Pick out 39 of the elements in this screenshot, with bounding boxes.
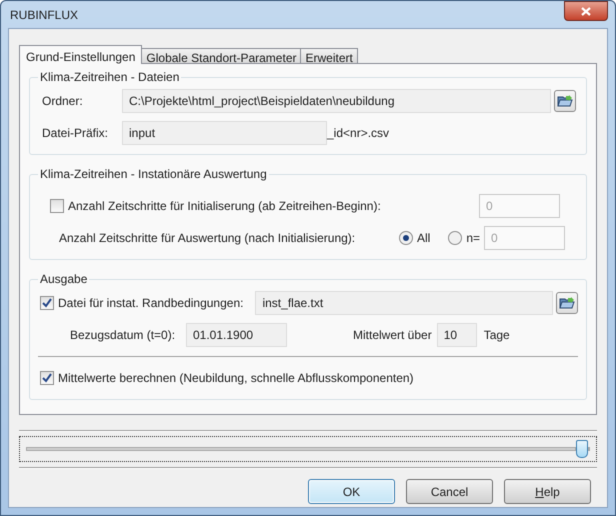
radio-button[interactable] (448, 231, 462, 245)
dialog-button[interactable]: OK (308, 479, 395, 504)
date-field[interactable]: 01.01.1900 (186, 323, 287, 347)
tab[interactable]: Erweitert (300, 48, 358, 63)
dialog-button[interactable]: Help (504, 479, 591, 504)
field-label: Bezugsdatum (t=0): (70, 328, 176, 342)
close-button[interactable] (564, 1, 608, 21)
dialog-button[interactable]: Cancel (406, 479, 493, 504)
group-title: Ausgabe (39, 272, 88, 286)
folder-icon (557, 94, 573, 108)
field-label: Ordner: (41, 94, 84, 108)
field-label: Mittelwert über (353, 328, 432, 342)
browse-button[interactable] (556, 292, 578, 314)
checkbox-label: Datei für instat. Randbedingungen: (58, 296, 244, 310)
group-title: Klima-Zeitreihen - Dateien (39, 70, 180, 84)
unit-label: Tage (484, 328, 510, 342)
checkbox[interactable] (40, 296, 54, 310)
days-field[interactable]: 10 (436, 323, 477, 347)
browse-button[interactable] (554, 90, 576, 112)
radio-label: All (417, 231, 430, 245)
folder-field[interactable]: C:\Projekte\html_project\Beispieldaten\neubildung (122, 89, 551, 113)
window-title: RUBINFLUX (9, 8, 78, 22)
checkbox[interactable] (40, 371, 54, 385)
suffix-text: _id<nr>.csv (327, 126, 390, 140)
file-field[interactable]: inst_flae.txt (255, 291, 553, 315)
slider-thumb[interactable] (576, 440, 588, 458)
folder-icon (559, 296, 575, 310)
radio-button[interactable] (399, 231, 413, 245)
field-label: Datei-Präfix: (41, 126, 110, 140)
tab[interactable]: Globale Standort-Parameter (141, 48, 302, 63)
checkbox-label: Mittelwerte berechnen (Neubildung, schnelle Abflusskomponenten) (58, 371, 414, 385)
checkbox-label: Anzahl Zeitschritte für Initialiserung (ab Zeitreihen-Beginn): (68, 199, 381, 213)
group-title: Klima-Zeitreihen - Instationäre Auswertung (39, 167, 268, 181)
prefix-field[interactable]: input (122, 121, 327, 145)
checkbox[interactable] (50, 199, 64, 213)
tab[interactable]: Grund-Einstellungen (19, 45, 142, 64)
close-icon (581, 6, 591, 16)
radio-label: n= (466, 231, 480, 245)
field-label: Anzahl Zeitschritte für Auswertung (nach Initialisierung): (59, 231, 356, 245)
